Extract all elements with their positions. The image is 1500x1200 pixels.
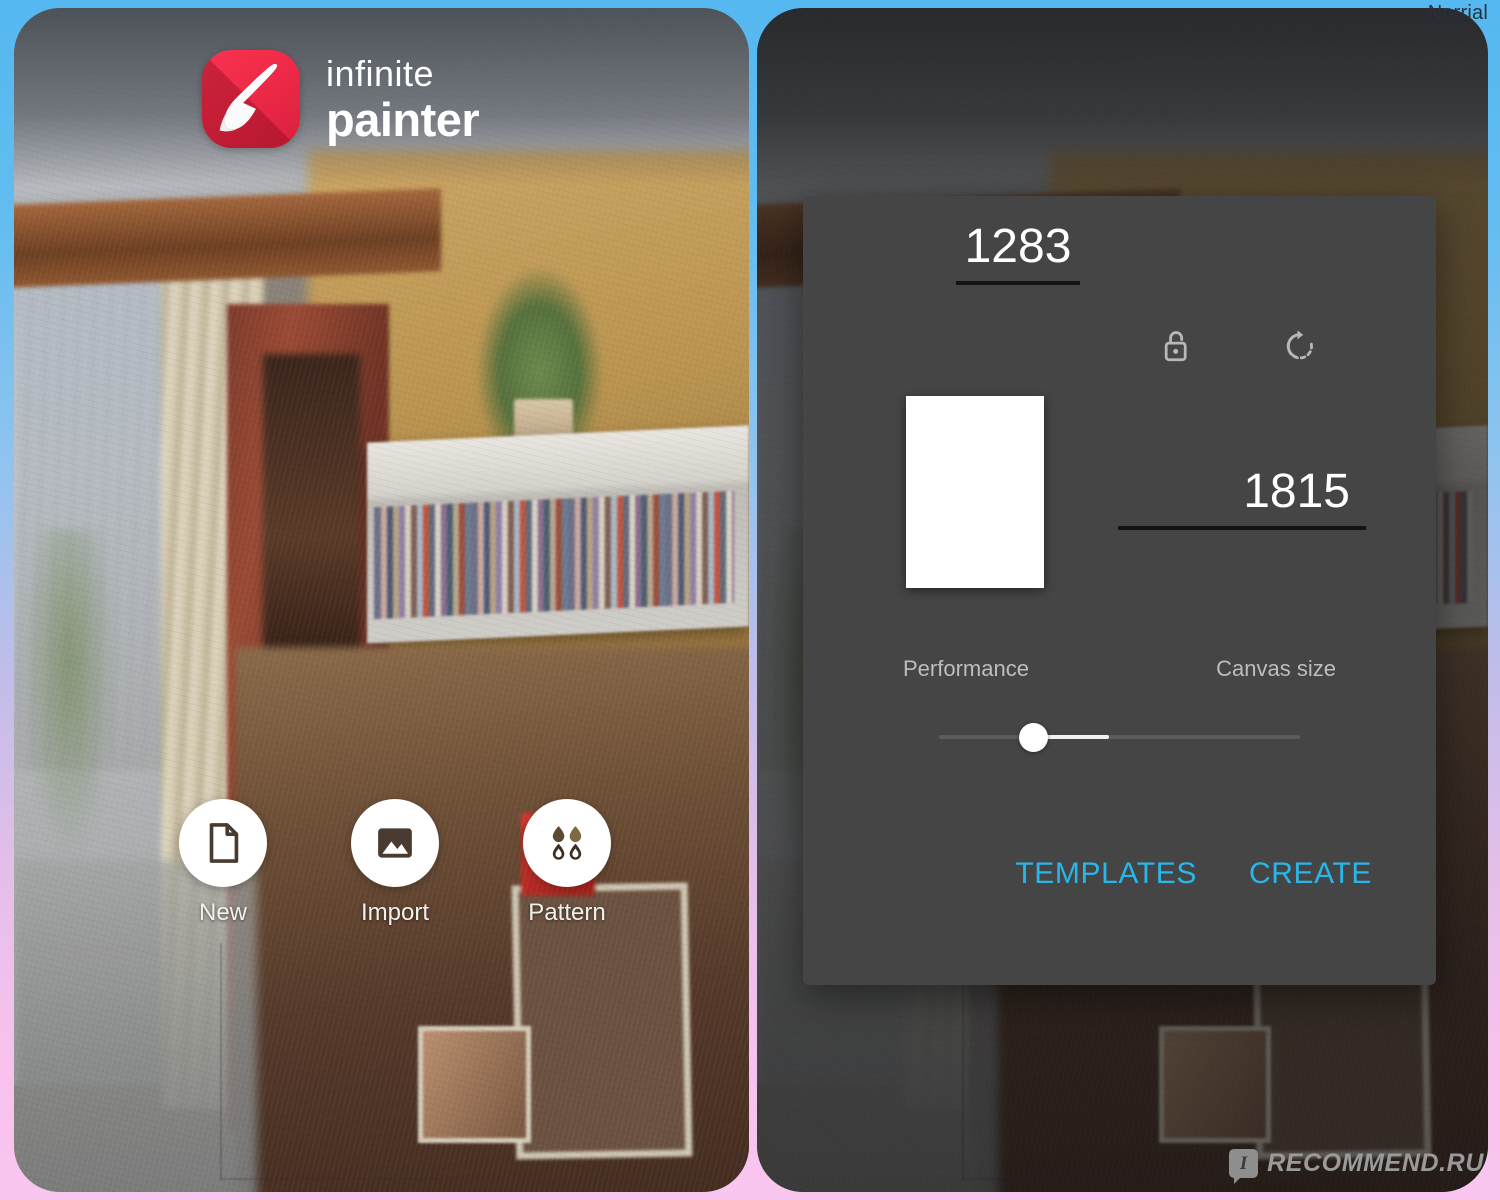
import-button-label: Import [360, 899, 429, 926]
irecommend-badge-icon: I [1229, 1149, 1259, 1184]
dialog-action-row: TEMPLATES CREATE [803, 853, 1436, 895]
canvas-height-input[interactable]: 1815 [1118, 468, 1366, 530]
art-floor-plant [21, 528, 117, 861]
brand-text: infinite painter [326, 52, 480, 146]
create-button[interactable]: CREATE [1243, 853, 1378, 895]
right-screen-panel: infinite painter 1283 [757, 8, 1488, 1192]
new-canvas-dialog: 1283 1815 Performance Canvas size TEMPLA… [803, 196, 1436, 985]
import-button-circle[interactable] [351, 799, 439, 887]
new-button-circle[interactable] [179, 799, 267, 887]
pattern-button-label: Pattern [528, 899, 606, 926]
slider-labels: Performance Canvas size [903, 656, 1336, 682]
pattern-teardrops-icon [552, 826, 582, 860]
quality-slider[interactable] [939, 718, 1300, 756]
art-books [374, 491, 735, 621]
slider-label-performance: Performance [903, 656, 1029, 681]
canvas-preview-thumbnail[interactable] [906, 396, 1044, 588]
canvas-width-input[interactable]: 1283 [956, 223, 1080, 285]
irecommend-label: RECOMMEND.RU [1267, 1149, 1484, 1177]
art-sketch-lines [219, 943, 441, 1181]
lock-open-icon[interactable] [1155, 324, 1199, 368]
brand-infinite-label: infinite [326, 52, 435, 94]
templates-button[interactable]: TEMPLATES [1009, 853, 1203, 895]
import-button[interactable]: Import [351, 799, 439, 927]
action-buttons-row: New Import Pattern [179, 799, 611, 927]
dimension-row: 1283 1815 [803, 196, 1436, 530]
canvas-height-underline [1118, 526, 1366, 530]
slider-thumb[interactable] [1018, 723, 1048, 752]
new-button-label: New [198, 899, 247, 926]
screenshot-frame: infinite painter New Import Pattern 1283… [0, 0, 1500, 1200]
canvas-width-underline [956, 281, 1080, 285]
watermark-irecommend: I RECOMMEND.RU [1229, 1149, 1484, 1184]
artwork-background [14, 8, 749, 1192]
brand-lockup: infinite painter [202, 50, 480, 148]
canvas-width-value[interactable]: 1283 [949, 223, 1088, 281]
document-icon [209, 823, 239, 863]
paintbrush-icon [202, 50, 300, 148]
brand-painter-label: painter [326, 92, 480, 146]
slider-label-canvas-size: Canvas size [1216, 656, 1336, 681]
watermark-author: Norrial [1427, 2, 1488, 24]
canvas-height-value[interactable]: 1815 [1227, 468, 1366, 526]
new-button[interactable]: New [179, 799, 267, 927]
image-icon [378, 828, 412, 858]
rotate-icon[interactable] [1278, 324, 1322, 368]
left-screen-panel: infinite painter New Import Pattern [14, 8, 749, 1192]
slider-track [939, 735, 1300, 739]
pattern-button-circle[interactable] [523, 799, 611, 887]
pattern-button[interactable]: Pattern [523, 799, 611, 927]
